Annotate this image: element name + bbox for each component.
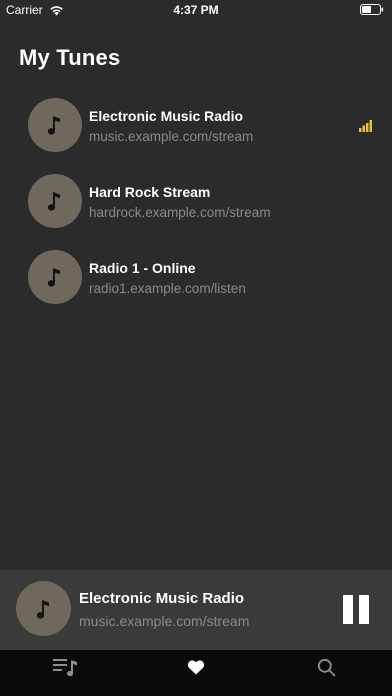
station-artwork [28,174,82,228]
tab-stations[interactable] [0,650,130,684]
tab-bar [0,650,392,696]
now-playing-bar[interactable]: Electronic Music Radio music.example.com… [0,570,392,650]
search-icon [317,658,335,676]
station-row-hard-rock-stream[interactable]: Hard Rock Stream hardrock.example.com/st… [0,164,392,240]
station-list: Electronic Music Radio music.example.com… [0,88,392,316]
tab-search[interactable] [261,650,391,684]
now-playing-bars-icon [359,120,372,132]
tab-favorites[interactable] [131,650,261,684]
station-name: Hard Rock Stream [89,184,211,200]
now-playing-artwork [16,581,71,636]
station-name: Electronic Music Radio [89,108,244,124]
station-artwork [28,250,82,304]
music-note-icon [47,268,60,287]
status-bar: Carrier 4:37 PM [0,0,392,20]
station-url: hardrock.example.com/stream [89,205,271,220]
pause-icon-right-bar [359,595,369,624]
pause-icon-left-bar [343,595,353,624]
music-note-icon [36,599,49,619]
now-playing-title: Electronic Music Radio [79,590,245,607]
station-name: Radio 1 - Online [89,260,196,276]
station-url: music.example.com/stream [89,129,254,144]
battery-icon [360,4,384,15]
music-note-icon [47,192,60,211]
now-playing-url: music.example.com/stream [79,613,250,629]
status-time: 4:37 PM [173,3,219,17]
heart-icon [187,660,205,675]
music-note-icon [47,116,60,135]
station-artwork [28,98,82,152]
pause-button[interactable] [343,595,369,624]
station-row-radio-1-online[interactable]: Radio 1 - Online radio1.example.com/list… [0,240,392,316]
page-title: My Tunes [19,45,121,70]
playlist-icon [53,659,77,677]
station-row-electronic-music-radio[interactable]: Electronic Music Radio music.example.com… [0,88,392,164]
station-url: radio1.example.com/listen [89,281,246,296]
